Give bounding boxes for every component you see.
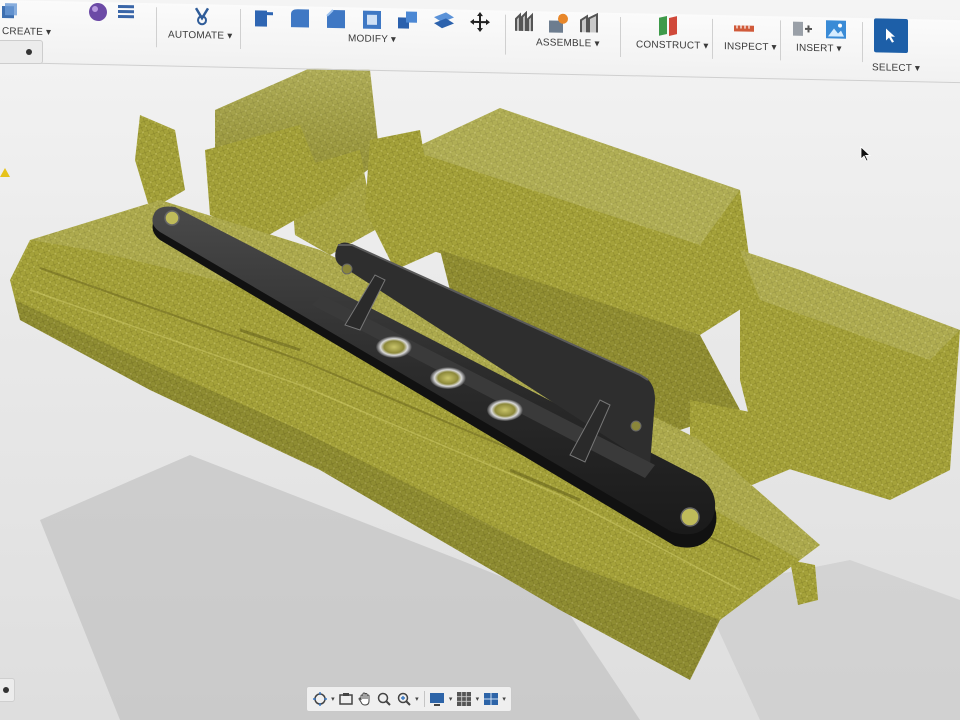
fit-icon[interactable] — [395, 690, 412, 708]
toolbar-group-automate[interactable]: AUTOMATE ▾ — [166, 3, 236, 62]
hole-small-upper-right — [630, 420, 642, 432]
new-component-icon[interactable] — [514, 10, 538, 36]
chevron-down-icon: ▾ — [390, 34, 397, 46]
zoom-icon[interactable] — [376, 690, 393, 708]
chevron-down-icon: ▾ — [836, 43, 842, 55]
viewports-icon[interactable] — [482, 690, 499, 708]
insert-image-icon[interactable] — [824, 17, 848, 42]
create-label: CREATE — [2, 26, 44, 38]
orbit-icon[interactable] — [311, 690, 328, 708]
look-at-icon[interactable] — [338, 690, 355, 708]
countersunk-hole-3 — [487, 399, 523, 421]
sphere-icon[interactable] — [86, 2, 110, 27]
offset-plane-icon[interactable] — [656, 14, 680, 39]
toolbar-divider — [505, 14, 506, 55]
viewports-dropdown[interactable]: ▾ — [501, 695, 507, 703]
hole-small-upper — [341, 263, 353, 275]
toolbar-divider — [620, 16, 621, 58]
chevron-down-icon: ▾ — [46, 26, 52, 39]
group-label-automate[interactable]: AUTOMATE ▾ — [168, 30, 232, 42]
toolbar-divider — [712, 18, 713, 59]
grid-icon[interactable] — [455, 690, 472, 708]
toolbar-group-inspect[interactable]: INSPECT ▾ — [722, 15, 782, 74]
grid-dropdown[interactable]: ▾ — [475, 695, 481, 703]
select-label: SELECT — [872, 62, 912, 75]
toolbar-group-assemble[interactable]: ASSEMBLE ▾ — [514, 10, 614, 71]
move-icon[interactable] — [468, 10, 492, 35]
group-label-create[interactable]: CREATE ▾ — [2, 26, 51, 38]
hole-small-left — [164, 210, 180, 226]
countersunk-hole-1 — [376, 336, 412, 358]
press-pull-icon[interactable] — [252, 5, 276, 30]
comments-toggle-tab[interactable] — [0, 678, 15, 702]
toolbar-group-select[interactable]: SELECT ▾ — [870, 18, 940, 77]
chevron-down-icon: ▾ — [594, 38, 600, 50]
mouse-cursor-icon — [860, 146, 872, 162]
offset-face-icon[interactable] — [432, 9, 456, 34]
chevron-down-icon: ▾ — [227, 30, 233, 42]
coil-icon[interactable] — [114, 2, 138, 27]
shell-icon[interactable] — [360, 8, 384, 33]
fillet-icon[interactable] — [288, 6, 312, 31]
browser-toggle-dot — [26, 49, 32, 55]
extrude-icon[interactable] — [0, 0, 24, 25]
toolbar-divider — [240, 9, 241, 50]
toolbar-divider — [780, 20, 781, 61]
insert-derive-icon[interactable] — [790, 17, 814, 42]
joint-icon[interactable] — [546, 11, 570, 36]
as-built-joint-icon[interactable] — [578, 12, 602, 37]
zoom-dropdown[interactable]: ▾ — [414, 695, 420, 703]
browser-toggle-tab[interactable] — [0, 40, 43, 64]
model-scene[interactable] — [0, 0, 960, 720]
comments-toggle-dot — [3, 687, 9, 693]
toolbar-divider — [156, 7, 157, 48]
orbit-dropdown[interactable]: ▾ — [330, 695, 336, 703]
toolbar-group-insert[interactable]: INSERT ▾ — [790, 17, 860, 76]
navigation-bar: ▾ ▾ ▾ ▾ ▾ — [306, 686, 512, 712]
toolbar-group-construct[interactable]: CONSTRUCT ▾ — [632, 13, 712, 73]
measure-icon[interactable] — [732, 15, 756, 40]
countersunk-hole-2 — [430, 367, 466, 389]
chevron-down-icon: ▾ — [771, 42, 777, 54]
group-label-insert[interactable]: INSERT ▾ — [796, 43, 842, 55]
insert-label: INSERT — [796, 42, 834, 55]
group-label-select[interactable]: SELECT ▾ — [872, 62, 920, 74]
inspect-label: INSPECT — [724, 41, 769, 54]
group-label-construct[interactable]: CONSTRUCT ▾ — [636, 39, 709, 52]
navbar-divider — [423, 691, 425, 707]
chevron-down-icon: ▾ — [703, 40, 709, 52]
select-icons — [874, 18, 908, 54]
canvas-viewport[interactable] — [0, 0, 960, 720]
group-label-inspect[interactable]: INSPECT ▾ — [724, 41, 777, 53]
display-dropdown[interactable]: ▾ — [448, 695, 454, 703]
group-label-modify[interactable]: MODIFY ▾ — [348, 33, 396, 45]
automate-icon[interactable] — [190, 4, 214, 29]
pan-icon[interactable] — [357, 690, 374, 708]
display-settings-icon[interactable] — [429, 690, 446, 708]
toolbar-group-modify[interactable]: MODIFY ▾ — [252, 5, 502, 68]
warning-icon[interactable] — [0, 168, 10, 177]
combine-icon[interactable] — [396, 8, 420, 33]
toolbar-divider — [862, 22, 863, 63]
select-arrow-icon[interactable] — [874, 18, 908, 54]
chevron-down-icon: ▾ — [914, 63, 921, 75]
modify-label: MODIFY — [348, 33, 388, 46]
automate-label: AUTOMATE — [168, 29, 225, 42]
assemble-label: ASSEMBLE — [536, 37, 592, 50]
chamfer-icon[interactable] — [324, 7, 348, 32]
group-label-assemble[interactable]: ASSEMBLE ▾ — [536, 37, 600, 49]
construct-label: CONSTRUCT — [636, 39, 701, 52]
hole-small-right — [680, 507, 700, 527]
